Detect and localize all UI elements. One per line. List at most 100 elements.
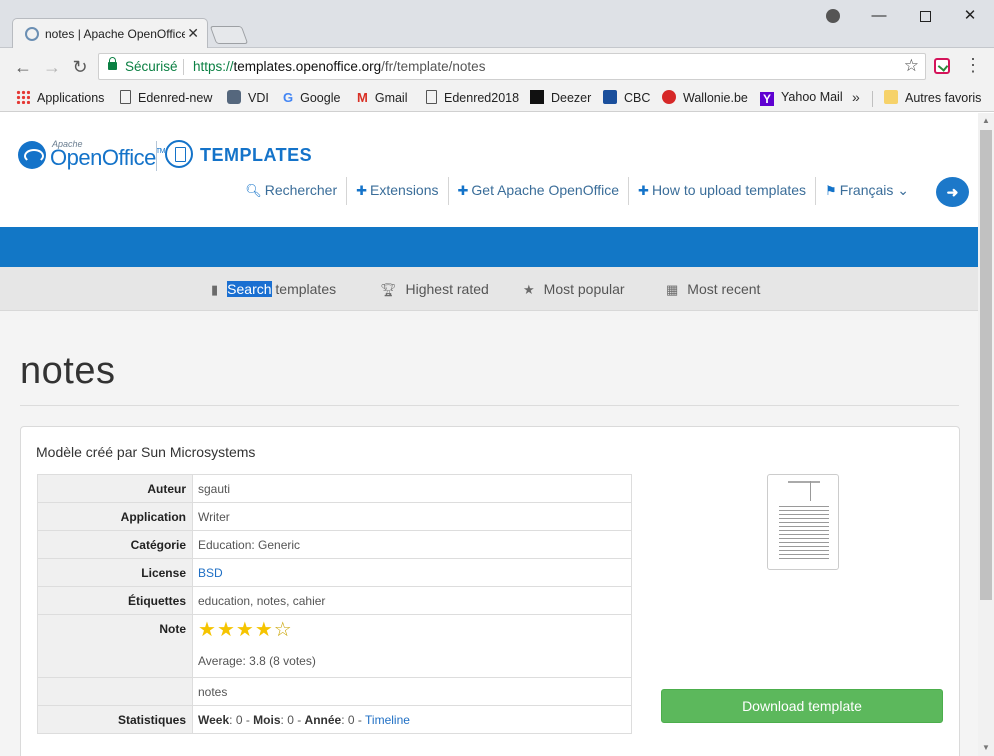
page-title: notes xyxy=(20,350,116,392)
bookmark-gmail[interactable]: M Gmail xyxy=(357,90,408,105)
stats-value: Week: 0 - Mois: 0 - Année: 0 - Timeline xyxy=(192,705,632,734)
stats-label: Statistiques xyxy=(37,705,193,734)
close-window-button[interactable]: ✕ xyxy=(955,5,985,27)
trophy-icon: 🏆︎ xyxy=(380,282,397,297)
bookmark-wallonie[interactable]: Wallonie.be xyxy=(662,90,748,105)
browser-toolbar: ← → ↻ Sécurisé https://templates.openoff… xyxy=(0,48,994,85)
logo-templates-text: TEMPLATES xyxy=(200,145,313,165)
reload-icon[interactable]: ↻ xyxy=(68,55,92,79)
template-info-table: Auteur sgauti Application Writer Catégor… xyxy=(37,474,632,734)
puzzle-icon: ✚ xyxy=(457,183,469,198)
browser-tab[interactable]: notes | Apache OpenOffice Templates ✕ xyxy=(12,18,208,48)
table-row: Catégorie Education: Generic xyxy=(37,530,632,559)
vdi-icon xyxy=(227,90,241,104)
category-value: Education: Generic xyxy=(192,530,632,559)
star-filled-icon[interactable]: ★ xyxy=(236,620,254,640)
bookmark-applications[interactable]: Applications xyxy=(16,90,104,105)
login-button[interactable]: ➜ xyxy=(936,177,969,207)
calendar-icon: ▦ xyxy=(666,282,679,297)
nav-rechercher[interactable]: 🔍︎ Rechercher xyxy=(236,177,348,205)
template-thumbnail[interactable] xyxy=(767,474,839,570)
puzzle-icon: ✚ xyxy=(356,183,368,198)
scroll-up-icon[interactable]: ▲ xyxy=(978,113,994,129)
star-filled-icon[interactable]: ★ xyxy=(217,620,235,640)
address-bar[interactable]: Sécurisé https://templates.openoffice.or… xyxy=(98,53,926,80)
nav-get-openoffice[interactable]: ✚ Get Apache OpenOffice xyxy=(449,177,630,205)
extension-icon[interactable] xyxy=(934,58,950,74)
search-icon: 🔍︎ xyxy=(245,183,262,198)
browser-titlebar: notes | Apache OpenOffice Templates ✕ — … xyxy=(0,0,994,48)
profile-icon[interactable] xyxy=(818,5,848,27)
bookmark-star-icon[interactable]: ☆ xyxy=(904,56,919,76)
secure-label: Sécurisé xyxy=(125,59,178,74)
star-filled-icon[interactable]: ★ xyxy=(255,620,273,640)
table-row: Application Writer xyxy=(37,502,632,531)
template-card: Modèle créé par Sun Microsystems Auteur … xyxy=(20,426,960,756)
license-cell: BSD xyxy=(192,558,632,587)
kebab-menu-icon[interactable]: ⋮ xyxy=(964,56,982,74)
chevron-down-icon: ⌄ xyxy=(893,182,909,198)
yahoo-icon: Y xyxy=(760,92,774,106)
table-row: Statistiques Week: 0 - Mois: 0 - Année: … xyxy=(37,705,632,734)
nav-extensions[interactable]: ✚ Extensions xyxy=(347,177,449,205)
folder-icon xyxy=(884,90,898,104)
table-row: License BSD xyxy=(37,558,632,587)
gmail-icon: M xyxy=(357,90,368,105)
other-bookmarks-folder[interactable]: Autres favoris xyxy=(884,90,981,105)
new-tab-button[interactable] xyxy=(209,26,249,44)
bookmark-yahoo-mail[interactable]: Y Yahoo Mail xyxy=(760,90,843,106)
extra-value: notes xyxy=(192,677,632,706)
tab-most-popular[interactable]: ★ Most popular xyxy=(523,281,625,298)
wallonie-icon xyxy=(662,90,676,104)
rating-average: Average: 3.8 (8 votes) xyxy=(198,654,316,668)
maximize-button[interactable] xyxy=(910,5,940,27)
license-link[interactable]: BSD xyxy=(198,566,223,580)
url-text[interactable]: https://templates.openoffice.org/fr/temp… xyxy=(193,59,485,74)
bookmarks-bar: Applications Edenred-new VDI G Google M Gm… xyxy=(0,85,994,112)
table-row: Auteur sgauti xyxy=(37,474,632,503)
download-template-button[interactable]: Download template xyxy=(661,689,943,723)
scroll-down-icon[interactable]: ▼ xyxy=(978,740,994,756)
close-tab-icon[interactable]: ✕ xyxy=(187,25,199,42)
nav-how-to-upload[interactable]: ✚ How to upload templates xyxy=(629,177,817,205)
openoffice-logo-icon xyxy=(18,141,46,169)
star-icon: ★ xyxy=(523,282,535,297)
page-icon xyxy=(426,90,437,104)
bookmark-edenred-new[interactable]: Edenred-new xyxy=(120,90,212,105)
tab-title: notes | Apache OpenOffice Templates xyxy=(45,27,185,41)
table-row: notes xyxy=(37,677,632,706)
templates-logo-icon xyxy=(165,140,193,168)
puzzle-icon: ✚ xyxy=(638,183,649,198)
openoffice-favicon-icon xyxy=(25,27,39,41)
sub-navigation: ▮ Search templates 🏆︎ Highest rated ★ Most … xyxy=(0,267,978,311)
template-subtitle: Modèle créé par Sun Microsystems xyxy=(36,444,256,460)
page-scrollbar[interactable]: ▲ ▼ xyxy=(978,113,994,756)
page-icon xyxy=(120,90,131,104)
tab-most-recent[interactable]: ▦ Most recent xyxy=(666,281,760,298)
minimize-button[interactable]: — xyxy=(864,5,894,27)
rating-stars[interactable]: ★ ★ ★ ★ ☆ xyxy=(198,620,626,640)
bookmark-google[interactable]: G Google xyxy=(283,90,340,105)
star-filled-icon[interactable]: ★ xyxy=(198,620,216,640)
more-bookmarks-icon[interactable]: » xyxy=(852,89,860,105)
deezer-icon xyxy=(530,90,544,104)
page: Apache OpenOfficeTM TEMPLATES 🔍︎ Recherch… xyxy=(0,113,978,756)
forward-arrow-icon[interactable]: → xyxy=(40,55,64,79)
bookmark-deezer[interactable]: Deezer xyxy=(530,90,591,105)
flag-icon: ⚑ xyxy=(825,183,837,198)
bookmark-edenred2018[interactable]: Edenred2018 xyxy=(426,90,519,105)
author-value: sgauti xyxy=(192,474,632,503)
star-empty-icon[interactable]: ☆ xyxy=(274,620,292,640)
apps-grid-icon xyxy=(16,90,30,104)
rating-label: Note xyxy=(37,614,193,678)
bookmark-cbc[interactable]: CBC xyxy=(603,90,650,105)
bookmark-vdi[interactable]: VDI xyxy=(227,90,269,105)
language-selector[interactable]: ⚑ Français ⌄ xyxy=(816,177,918,205)
tags-value: education, notes, cahier xyxy=(192,586,632,615)
application-label: Application xyxy=(37,502,193,531)
tab-highest-rated[interactable]: 🏆︎ Highest rated xyxy=(380,281,489,298)
back-arrow-icon[interactable]: ← xyxy=(11,55,35,79)
scroll-thumb[interactable] xyxy=(980,130,992,600)
timeline-link[interactable]: Timeline xyxy=(365,713,410,727)
tab-search-templates[interactable]: ▮ Search templates xyxy=(211,281,336,298)
